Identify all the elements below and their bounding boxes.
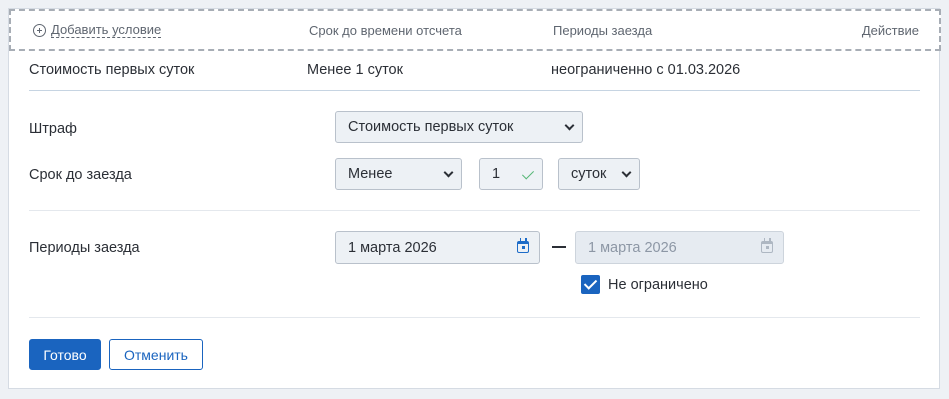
chevron-down-icon bbox=[564, 120, 575, 131]
date-to-value: 1 марта 2026 bbox=[588, 239, 677, 256]
add-condition-label: Добавить условие bbox=[51, 22, 162, 38]
checkbox-checked-icon[interactable] bbox=[581, 275, 600, 294]
unlimited-label: Не ограничено bbox=[608, 276, 708, 293]
fine-select-value: Стоимость первых суток bbox=[348, 119, 514, 135]
term-label: Срок до заезда bbox=[29, 167, 132, 183]
summary-periods: неограниченно с 01.03.2026 bbox=[551, 62, 741, 78]
date-range-dash bbox=[552, 246, 566, 248]
cancel-button[interactable]: Отменить bbox=[109, 339, 203, 370]
date-from-input[interactable]: 1 марта 2026 bbox=[335, 231, 540, 264]
divider bbox=[29, 317, 920, 318]
fine-label: Штраф bbox=[29, 121, 77, 137]
chevron-down-icon bbox=[621, 167, 632, 178]
term-comparator-value: Менее bbox=[348, 166, 393, 182]
periods-label: Периоды заезда bbox=[29, 240, 140, 256]
term-amount-input[interactable]: 1 bbox=[479, 158, 543, 190]
term-unit-select[interactable]: суток bbox=[558, 158, 640, 190]
summary-term: Менее 1 суток bbox=[307, 62, 403, 78]
done-button[interactable]: Готово bbox=[29, 339, 101, 370]
term-amount-value: 1 bbox=[492, 166, 501, 182]
date-from-value: 1 марта 2026 bbox=[348, 239, 437, 256]
chevron-down-icon bbox=[443, 167, 454, 178]
checkmark-icon bbox=[521, 167, 535, 180]
column-header-action: Действие bbox=[861, 23, 919, 38]
conditions-header: Добавить условие Срок до времени отсчета… bbox=[9, 9, 941, 51]
divider bbox=[29, 210, 920, 211]
add-condition-button[interactable]: Добавить условие bbox=[33, 22, 162, 38]
condition-summary-row: Стоимость первых суток Менее 1 суток нео… bbox=[9, 59, 941, 89]
condition-panel: Добавить условие Срок до времени отсчета… bbox=[8, 8, 941, 389]
fine-select[interactable]: Стоимость первых суток bbox=[335, 111, 583, 143]
column-header-periods: Периоды заезда bbox=[553, 23, 653, 38]
summary-fine: Стоимость первых суток bbox=[29, 62, 195, 78]
divider bbox=[29, 90, 920, 91]
date-to-input: 1 марта 2026 bbox=[575, 231, 784, 264]
term-unit-value: суток bbox=[571, 166, 607, 182]
term-comparator-select[interactable]: Менее bbox=[335, 158, 462, 190]
plus-circle-icon bbox=[33, 24, 46, 37]
calendar-icon bbox=[761, 238, 773, 253]
unlimited-checkbox-row[interactable]: Не ограничено bbox=[581, 275, 708, 294]
calendar-icon[interactable] bbox=[517, 238, 529, 253]
column-header-term: Срок до времени отсчета bbox=[309, 23, 462, 38]
